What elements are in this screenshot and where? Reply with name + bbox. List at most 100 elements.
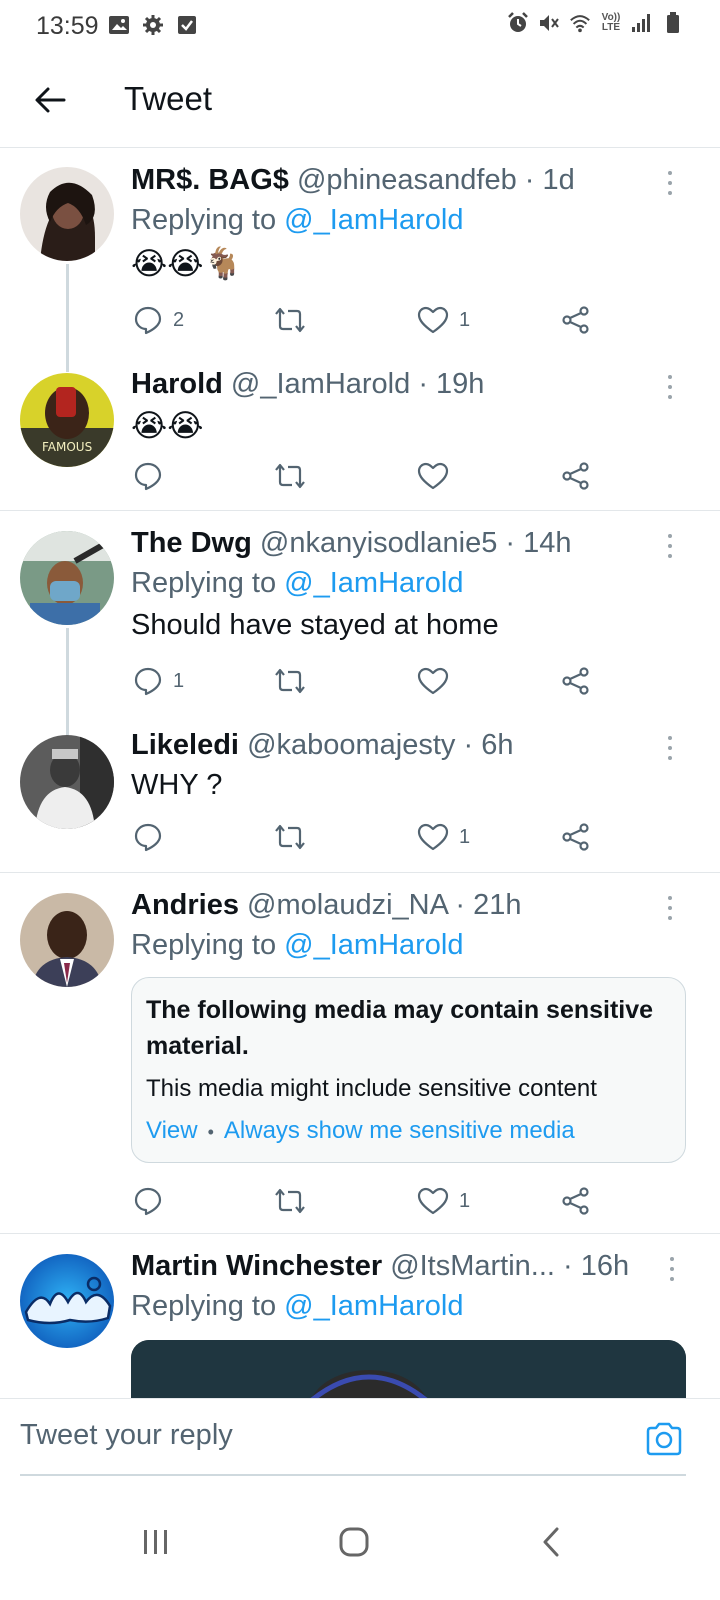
retweet-button[interactable] — [273, 456, 307, 496]
always-show-sensitive-link[interactable]: Always show me sensitive media — [224, 1117, 575, 1144]
share-button[interactable] — [561, 456, 591, 496]
back-arrow-icon[interactable] — [28, 78, 72, 122]
author-handle[interactable]: @nkanyisodlanie5 — [260, 527, 497, 559]
retweet-button[interactable] — [273, 817, 307, 857]
more-options-icon[interactable] — [660, 531, 680, 561]
tweet[interactable]: MR$. BAG$ @phineasandfeb · 1d Replying t… — [0, 150, 720, 372]
sensitive-media-title: The following media may contain sensitiv… — [146, 996, 654, 1060]
mention-link[interactable]: @_IamHarold — [284, 929, 463, 961]
retweet-button[interactable] — [273, 661, 307, 701]
author-name[interactable]: Martin Winchester — [131, 1250, 382, 1282]
mute-icon — [538, 12, 560, 34]
reply-icon — [134, 306, 162, 335]
avatar[interactable]: FAMOUS — [20, 373, 114, 467]
like-button[interactable] — [417, 456, 459, 496]
like-button[interactable]: 1 — [417, 817, 470, 857]
camera-icon[interactable] — [644, 1421, 684, 1457]
like-count: 1 — [459, 308, 471, 331]
media-preview[interactable] — [131, 1340, 686, 1398]
reply-icon — [134, 667, 162, 696]
replying-to: Replying to @_IamHarold — [131, 204, 464, 236]
mention-link[interactable]: @_IamHarold — [284, 567, 463, 599]
avatar[interactable] — [20, 893, 114, 987]
author-handle[interactable]: @kaboomajesty — [247, 729, 455, 761]
reply-icon — [134, 462, 162, 491]
share-icon — [562, 462, 589, 490]
reply-button[interactable]: 2 — [133, 300, 184, 340]
avatar[interactable] — [20, 735, 114, 829]
share-button[interactable] — [561, 817, 591, 857]
recents-icon[interactable] — [126, 1512, 186, 1572]
tweet[interactable]: Likeledi @kaboomajesty · 6h WHY ? 1 — [0, 721, 720, 871]
tweet-time: 1d — [542, 164, 575, 196]
retweet-icon — [275, 463, 305, 489]
share-icon — [562, 306, 589, 334]
reply-button[interactable] — [133, 1181, 173, 1221]
tweet-time: 21h — [473, 889, 522, 921]
author-handle[interactable]: @molaudzi_NA — [247, 889, 447, 921]
author-name[interactable]: The Dwg — [131, 527, 252, 559]
share-icon — [562, 823, 589, 851]
reply-count: 2 — [173, 308, 185, 331]
more-options-icon[interactable] — [660, 168, 680, 198]
more-options-icon[interactable] — [660, 372, 680, 402]
heart-icon — [417, 1187, 449, 1215]
author-handle[interactable]: @ItsMartin... — [390, 1250, 555, 1282]
more-options-icon[interactable] — [660, 893, 680, 923]
home-icon[interactable] — [324, 1512, 384, 1572]
gallery-icon — [108, 14, 130, 36]
avatar[interactable] — [20, 167, 114, 261]
author-handle[interactable]: @phineasandfeb — [297, 164, 517, 196]
more-options-icon[interactable] — [660, 733, 680, 763]
more-options-icon[interactable] — [662, 1254, 682, 1284]
page-title: Tweet — [124, 80, 213, 117]
avatar[interactable] — [20, 1254, 114, 1348]
view-sensitive-link[interactable]: View — [146, 1117, 198, 1144]
reply-button[interactable] — [133, 817, 173, 857]
share-icon — [562, 1187, 589, 1215]
top-app-bar: Tweet — [0, 56, 720, 148]
heart-icon — [417, 823, 449, 851]
back-icon[interactable] — [521, 1512, 581, 1572]
tweet[interactable]: The Dwg @nkanyisodlanie5 · 14h Replying … — [0, 511, 720, 736]
sensitive-media-card[interactable]: The following media may contain sensitiv… — [131, 977, 686, 1163]
like-button[interactable]: 1 — [417, 300, 470, 340]
reply-button[interactable]: 1 — [133, 661, 184, 701]
tweet[interactable]: Andries @molaudzi_NA · 21h Replying to @… — [0, 873, 720, 1233]
tweet-time: 14h — [523, 527, 572, 559]
avatar[interactable] — [20, 531, 114, 625]
tweet-text: 😭😭 — [131, 408, 204, 443]
retweet-button[interactable] — [273, 300, 307, 340]
share-button[interactable] — [561, 300, 591, 340]
status-time: 13:59 — [36, 12, 99, 40]
retweet-icon — [275, 1188, 305, 1214]
sensitive-media-description: This media might include sensitive conte… — [146, 1075, 597, 1102]
author-handle[interactable]: @_IamHarold — [231, 368, 410, 400]
heart-icon — [417, 462, 449, 490]
mention-link[interactable]: @_IamHarold — [284, 1290, 463, 1322]
retweet-icon — [275, 307, 305, 333]
tweet-text: Should have stayed at home — [131, 609, 499, 641]
reply-button[interactable] — [133, 456, 173, 496]
checkbox-icon — [176, 14, 198, 36]
volte-icon: Vo)) LTE — [601, 12, 621, 33]
heart-icon — [417, 667, 449, 695]
tweet[interactable]: Martin Winchester @ItsMartin... · 16h Re… — [0, 1234, 720, 1398]
share-button[interactable] — [561, 661, 591, 701]
share-button[interactable] — [561, 1181, 591, 1221]
retweet-button[interactable] — [273, 1181, 307, 1221]
reply-icon — [134, 823, 162, 852]
system-nav-bar — [0, 1490, 720, 1600]
mention-link[interactable]: @_IamHarold — [284, 204, 463, 236]
tweet[interactable]: FAMOUS Harold @_IamHarold · 19h 😭😭 — [0, 360, 720, 510]
like-button[interactable] — [417, 661, 459, 701]
like-button[interactable]: 1 — [417, 1181, 470, 1221]
author-name[interactable]: Andries — [131, 889, 239, 921]
author-name[interactable]: MR$. BAG$ — [131, 164, 289, 196]
battery-icon — [662, 12, 684, 34]
author-name[interactable]: Likeledi — [131, 729, 239, 761]
gear-icon — [142, 14, 164, 36]
tweet-reply-input[interactable] — [20, 1419, 580, 1452]
tweet-time: 6h — [481, 729, 514, 761]
author-name[interactable]: Harold — [131, 368, 223, 400]
